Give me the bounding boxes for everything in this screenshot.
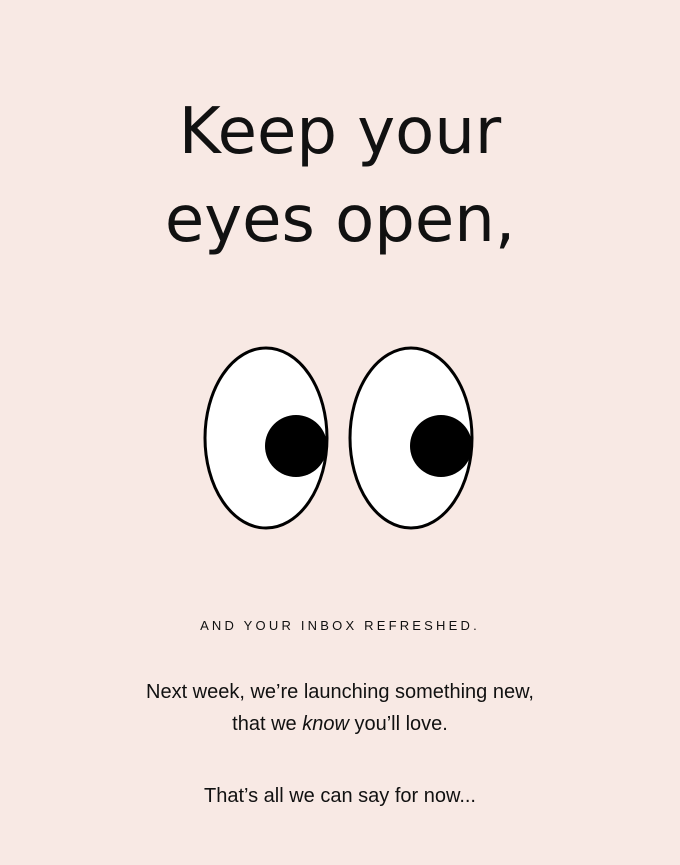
left-pupil-icon xyxy=(265,415,327,477)
body-copy: Next week, we’re launching something new… xyxy=(0,676,680,812)
signoff-text: That’s all we can say for now... xyxy=(204,785,476,807)
body-line-2-start: that we xyxy=(232,713,303,735)
right-pupil-icon xyxy=(410,415,472,477)
body-line-2: that we know you’ll love. xyxy=(0,708,680,740)
headline-line-1: Keep your xyxy=(178,95,502,169)
tagline: AND YOUR INBOX REFRESHED. xyxy=(200,618,480,633)
headline-line-2: eyes open, xyxy=(164,183,516,257)
body-line-2-end: you’ll love. xyxy=(348,713,448,735)
googly-eyes-icon xyxy=(203,346,474,530)
body-line-1: Next week, we’re launching something new… xyxy=(146,681,534,703)
body-line-2-emphasis: know xyxy=(302,713,349,735)
headline: Keep your eyes open, xyxy=(0,88,680,264)
